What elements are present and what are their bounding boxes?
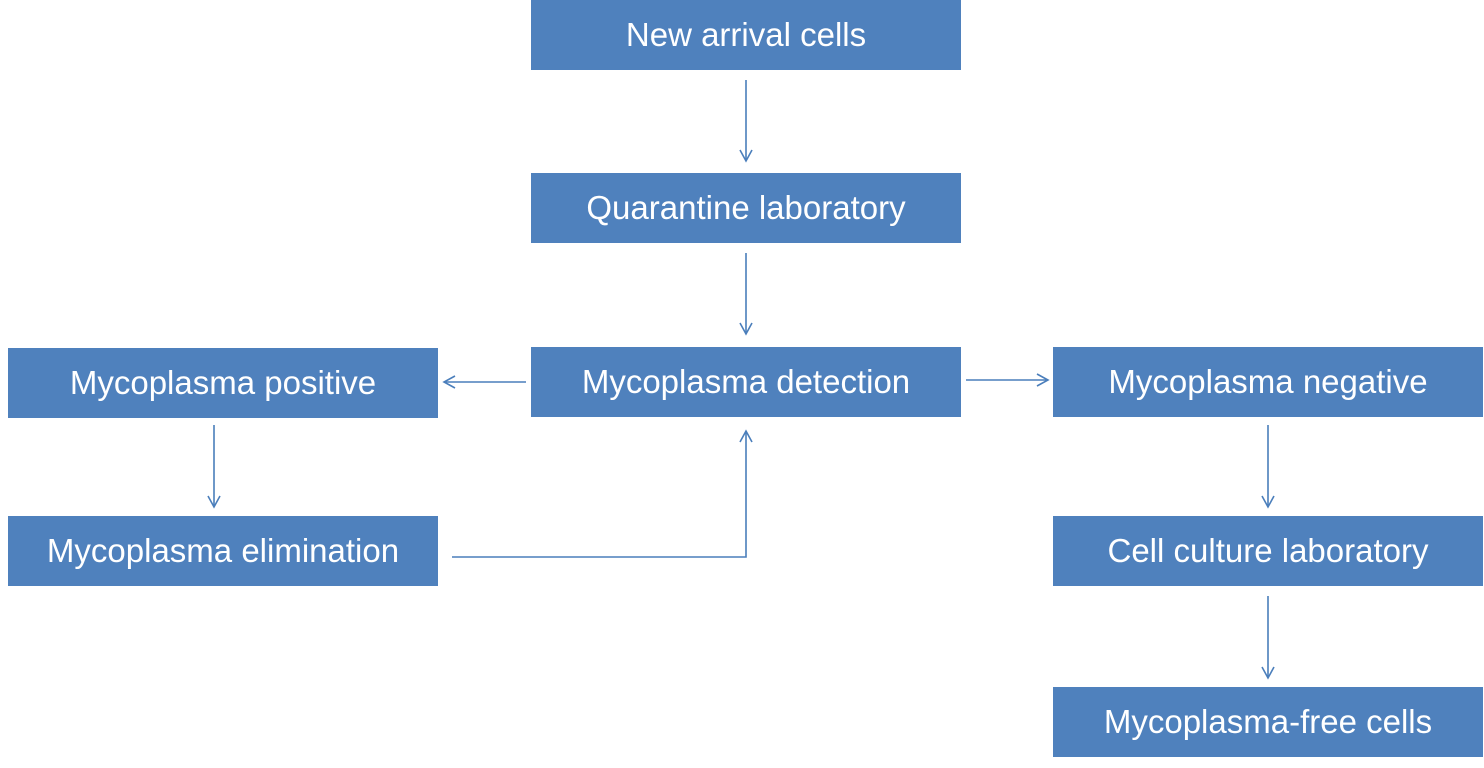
node-cell-culture-laboratory: Cell culture laboratory: [1053, 516, 1483, 586]
node-mycoplasma-negative: Mycoplasma negative: [1053, 347, 1483, 417]
node-mycoplasma-elimination: Mycoplasma elimination: [8, 516, 438, 586]
node-quarantine-laboratory: Quarantine laboratory: [531, 173, 961, 243]
node-mycoplasma-positive: Mycoplasma positive: [8, 348, 438, 418]
node-mycoplasma-detection: Mycoplasma detection: [531, 347, 961, 417]
node-new-arrival-cells: New arrival cells: [531, 0, 961, 70]
arrow-elimination-to-detection: [452, 429, 753, 558]
node-mycoplasma-free-cells: Mycoplasma-free cells: [1053, 687, 1483, 757]
